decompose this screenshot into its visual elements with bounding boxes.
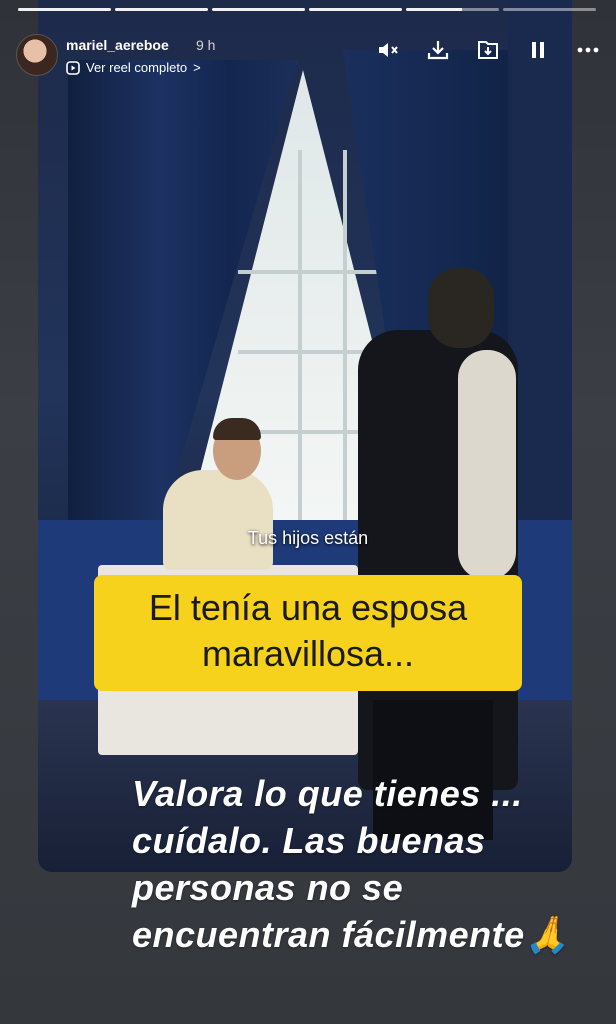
username[interactable]: mariel_aereboe [66, 37, 169, 53]
overlay-message: Valora lo que tienes ... cuídalo. Las bu… [132, 773, 525, 955]
more-icon[interactable] [576, 38, 600, 62]
progress-segment [503, 8, 596, 11]
progress-segment [18, 8, 111, 11]
progress-segment [309, 8, 402, 11]
chevron-right-icon: > [193, 60, 201, 75]
seated-man [163, 470, 273, 570]
progress-segment-current [406, 8, 499, 11]
download-icon[interactable] [426, 38, 450, 62]
window-mullion [343, 150, 347, 520]
window-transom [238, 270, 398, 274]
story-progress-bar [18, 8, 596, 11]
progress-segment [212, 8, 305, 11]
post-time: 9 h [196, 37, 216, 53]
mute-icon[interactable] [376, 38, 400, 62]
story-header: mariel_aereboe 9 h Ver reel completo > [16, 34, 600, 80]
window-mullion [298, 150, 302, 520]
story-controls [376, 38, 600, 62]
pause-icon[interactable] [526, 38, 550, 62]
view-full-reel-link[interactable]: Ver reel completo > [66, 60, 201, 75]
save-icon[interactable] [476, 38, 500, 62]
reel-link-label: Ver reel completo [86, 60, 188, 75]
praying-hands-emoji: 🙏 [524, 914, 570, 955]
avatar[interactable] [16, 34, 58, 76]
seated-man-hair [213, 418, 261, 440]
story-text-overlay: Valora lo que tienes ... cuídalo. Las bu… [132, 770, 602, 958]
progress-segment [115, 8, 208, 11]
sticker-line-1: El tenía una esposa [148, 587, 468, 628]
reel-icon [66, 60, 80, 75]
reel-video[interactable] [38, 0, 572, 872]
sticker-line-2: maravillosa... [201, 633, 415, 674]
caption-sticker: El tenía una esposa maravillosa... [94, 575, 522, 691]
waiter-head [428, 268, 494, 348]
video-subtitle: Tus hijos están [247, 528, 369, 548]
